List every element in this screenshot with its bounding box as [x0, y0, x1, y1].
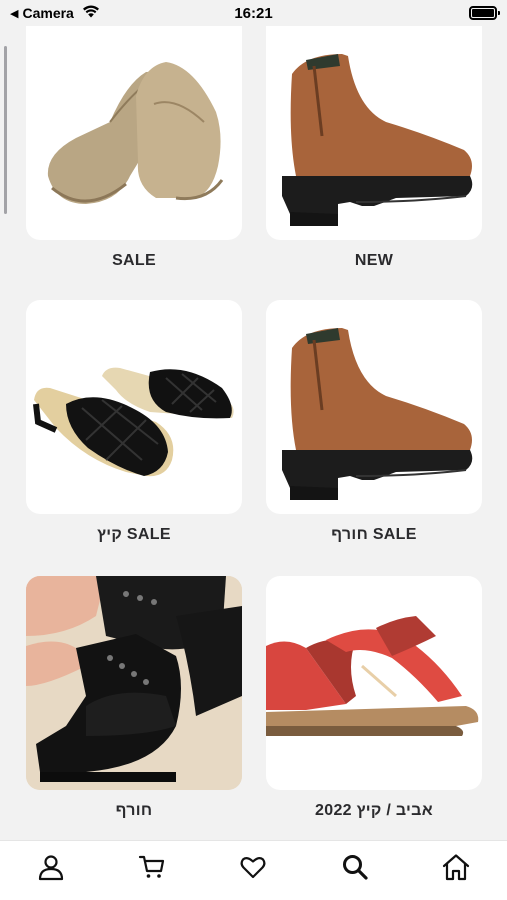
category-card-winter-sale[interactable]: חורף SALE	[266, 300, 482, 546]
category-card-new[interactable]: NEW	[266, 26, 482, 272]
heart-icon	[239, 853, 267, 886]
tab-home[interactable]	[426, 848, 486, 892]
category-image-brown-boot[interactable]	[266, 300, 482, 514]
status-time: 16:21	[234, 4, 273, 22]
category-label: אביב / קיץ 2022	[315, 802, 433, 819]
back-arrow-icon: ◀	[10, 7, 19, 20]
category-card-summer-sale[interactable]: קיץ SALE	[26, 300, 242, 546]
tab-bar	[0, 840, 507, 900]
status-bar: ◀ Camera 16:21	[0, 0, 507, 26]
person-icon	[37, 853, 65, 886]
category-label: SALE	[112, 252, 156, 269]
category-image-red-sandal[interactable]	[266, 576, 482, 790]
cart-icon	[138, 853, 166, 886]
battery-icon	[469, 6, 500, 20]
wifi-icon	[82, 5, 100, 21]
tab-account[interactable]	[21, 848, 81, 892]
tab-search[interactable]	[325, 848, 385, 892]
tab-wishlist[interactable]	[223, 848, 283, 892]
category-card-spring-summer[interactable]: אביב / קיץ 2022	[266, 576, 482, 822]
category-image-beige-loafer[interactable]	[26, 26, 242, 240]
category-grid: SALE NEW קיץ SALE חורף SALE חורף אביב / …	[0, 26, 507, 840]
tab-cart[interactable]	[122, 848, 182, 892]
category-label: חורף	[115, 802, 153, 819]
category-label: קיץ SALE	[97, 526, 171, 543]
back-to-app[interactable]: ◀ Camera	[10, 5, 170, 21]
category-card-winter[interactable]: חורף	[26, 576, 242, 822]
category-card-sale[interactable]: SALE	[26, 26, 242, 272]
category-image-black-sandal[interactable]	[26, 300, 242, 514]
back-app-label: Camera	[22, 5, 74, 21]
search-icon	[341, 853, 369, 886]
category-image-brown-boot[interactable]	[266, 26, 482, 240]
category-label: חורף SALE	[331, 526, 417, 543]
category-image-black-boot[interactable]	[26, 576, 242, 790]
home-icon	[441, 853, 471, 886]
category-label: NEW	[354, 252, 394, 269]
